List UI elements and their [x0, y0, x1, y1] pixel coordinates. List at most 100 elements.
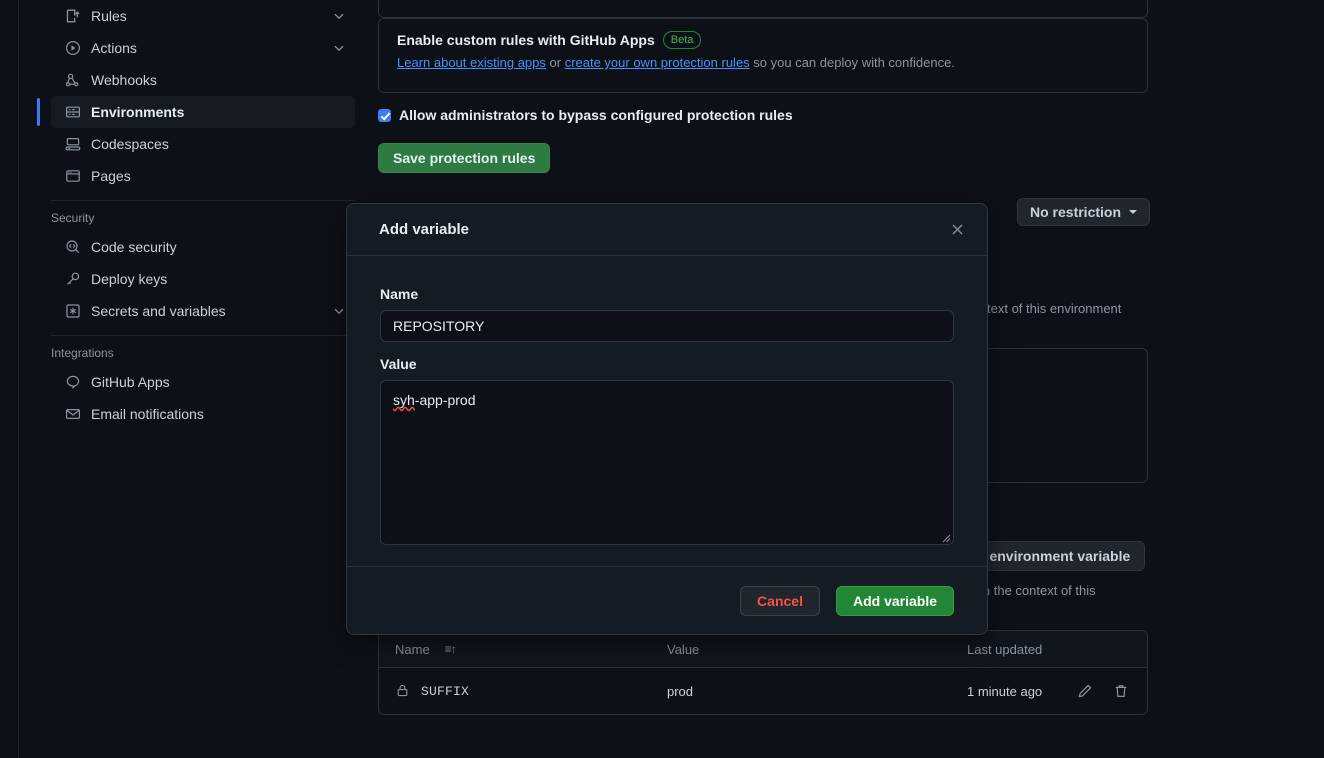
sidebar-nav-list: Rules Actions Webhooks Environments Code…: [37, 0, 355, 430]
key-icon: [65, 271, 81, 287]
dialog-header: Add variable: [347, 204, 987, 256]
table-header-row: Name ≡↑ Value Last updated: [379, 631, 1147, 668]
sidebar-item-github-apps[interactable]: GitHub Apps: [51, 366, 355, 398]
cancel-button[interactable]: Cancel: [740, 585, 820, 616]
custom-rules-description: Learn about existing apps or create your…: [397, 55, 1129, 70]
sidebar-item-pages[interactable]: Pages: [51, 160, 355, 192]
pencil-icon[interactable]: [1077, 683, 1093, 699]
server-icon: [65, 104, 81, 120]
no-restriction-label: No restriction: [1030, 204, 1122, 220]
column-header-last-updated: Last updated: [967, 641, 1043, 657]
sort-ascending-icon[interactable]: ≡↑: [445, 642, 457, 656]
sidebar-item-label: Email notifications: [91, 406, 204, 422]
codespaces-icon: [65, 136, 81, 152]
sidebar-item-actions[interactable]: Actions: [51, 32, 355, 64]
sidebar-item-codespaces[interactable]: Codespaces: [51, 128, 355, 160]
apps-icon: [65, 374, 81, 390]
no-restriction-dropdown[interactable]: No restriction: [1017, 198, 1151, 226]
sidebar-item-code-security[interactable]: Code security: [51, 231, 355, 263]
sidebar-section-security: Security: [51, 211, 95, 225]
add-variable-dialog: Add variable Name Value syh-app-prod Can…: [346, 203, 988, 635]
chevron-down-icon[interactable]: [331, 303, 347, 319]
chevron-down-icon[interactable]: [331, 8, 347, 24]
sidebar-item-rules[interactable]: Rules: [51, 0, 355, 32]
sidebar-item-label: Deploy keys: [91, 271, 168, 287]
custom-rules-callout: Enable custom rules with GitHub Apps Bet…: [378, 18, 1148, 93]
column-header-value: Value: [667, 641, 700, 657]
sidebar-item-label: Codespaces: [91, 136, 169, 152]
dialog-body: Name Value syh-app-prod: [347, 256, 987, 566]
environment-context-text: text of this environment: [987, 301, 1122, 316]
row-name-cell: SUFFIX: [395, 683, 667, 699]
dialog-footer: Cancel Add variable: [347, 566, 987, 634]
name-field-label: Name: [380, 286, 419, 302]
close-icon[interactable]: [943, 216, 971, 244]
rules-icon: [65, 8, 81, 24]
sidebar-item-label: Rules: [91, 8, 127, 24]
bypass-checkbox-row[interactable]: Allow administrators to bypass configure…: [378, 107, 793, 123]
sidebar-item-environments[interactable]: Environments: [37, 96, 355, 128]
trash-icon[interactable]: [1113, 683, 1129, 699]
sidebar-separator: [51, 200, 355, 201]
dialog-title: Add variable: [379, 221, 470, 238]
row-value-cell: prod: [667, 683, 694, 699]
protection-rules-panel-top: [378, 0, 1148, 18]
sidebar-item-label: GitHub Apps: [91, 374, 170, 390]
row-name-value: SUFFIX: [421, 683, 470, 699]
bypass-checkbox[interactable]: [378, 108, 391, 122]
description-tail: so you can deploy with confidence.: [749, 55, 955, 70]
webhook-icon: [65, 72, 81, 88]
sidebar-item-deploy-keys[interactable]: Deploy keys: [51, 263, 355, 295]
table-row: SUFFIX prod 1 minute ago: [379, 668, 1147, 714]
add-variable-submit-button[interactable]: Add variable: [835, 585, 954, 616]
mail-icon: [65, 406, 81, 422]
sidebar-item-label: Webhooks: [91, 72, 157, 88]
save-protection-rules-button[interactable]: Save protection rules: [378, 143, 551, 173]
play-icon: [65, 40, 81, 56]
row-last-updated-cell: 1 minute ago: [967, 683, 1043, 699]
sidebar-separator: [51, 335, 355, 336]
sidebar-section-integrations: Integrations: [51, 346, 114, 360]
beta-badge: Beta: [662, 31, 702, 49]
lock-icon: [395, 683, 411, 699]
sidebar-item-label: Environments: [91, 104, 185, 120]
row-actions-cell: [1077, 683, 1131, 699]
value-field-label: Value: [380, 356, 417, 372]
bypass-checkbox-label: Allow administrators to bypass configure…: [399, 107, 793, 123]
column-header-name-label: Name: [395, 641, 430, 657]
sidebar-item-email-notifications[interactable]: Email notifications: [51, 398, 355, 430]
learn-about-existing-apps-link[interactable]: Learn about existing apps: [397, 55, 546, 70]
create-protection-rules-link[interactable]: create your own protection rules: [565, 55, 750, 70]
sidebar-item-label: Pages: [91, 168, 131, 184]
asterisk-icon: [65, 303, 81, 319]
custom-rules-title: Enable custom rules with GitHub Apps: [397, 32, 655, 48]
sidebar-item-webhooks[interactable]: Webhooks: [51, 64, 355, 96]
sidebar-item-secrets-and-variables[interactable]: Secrets and variables: [51, 295, 355, 327]
sidebar-item-label: Actions: [91, 40, 137, 56]
environment-context-text-2: in the context of this: [980, 583, 1096, 598]
settings-sidebar: Rules Actions Webhooks Environments Code…: [0, 0, 372, 758]
code-scan-icon: [65, 239, 81, 255]
background-panel-box: [980, 348, 1148, 483]
chevron-down-icon: [1129, 210, 1138, 214]
sidebar-divider-line: [18, 0, 19, 758]
variable-value-wrapper: syh-app-prod: [380, 380, 954, 545]
sidebar-item-label: Code security: [91, 239, 177, 255]
variables-table: Name ≡↑ Value Last updated SUFFIX prod 1…: [378, 630, 1148, 715]
browser-icon: [65, 168, 81, 184]
variable-value-textarea[interactable]: [380, 380, 954, 545]
chevron-down-icon[interactable]: [331, 40, 347, 56]
column-header-name[interactable]: Name ≡↑: [395, 642, 667, 657]
variable-name-input[interactable]: [380, 310, 954, 342]
add-environment-variable-button[interactable]: d environment variable: [962, 541, 1146, 571]
custom-rules-title-row: Enable custom rules with GitHub Apps Bet…: [397, 31, 1129, 49]
sidebar-item-label: Secrets and variables: [91, 303, 226, 319]
